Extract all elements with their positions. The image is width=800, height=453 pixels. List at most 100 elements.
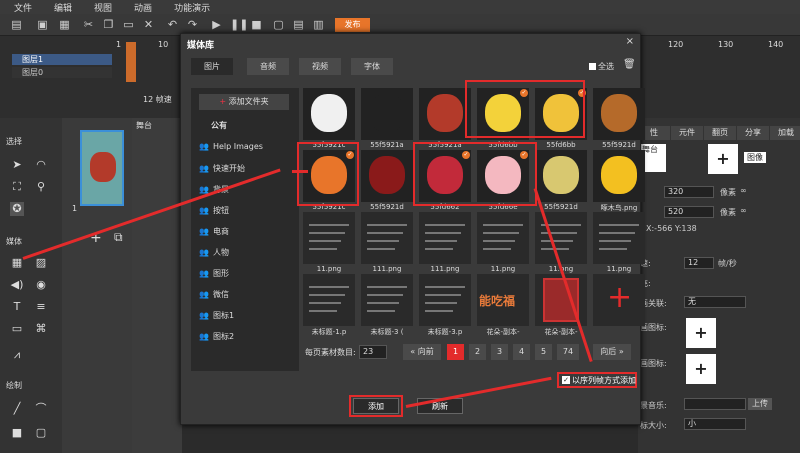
menu-edit[interactable]: 编辑 — [54, 1, 72, 14]
tab-video[interactable]: 视频 — [299, 58, 341, 75]
media-thumbnail[interactable] — [361, 150, 413, 202]
media-thumbnail[interactable] — [419, 274, 471, 326]
publish-button[interactable]: 发布 — [335, 18, 370, 32]
video-icon[interactable]: ◉ — [34, 278, 48, 292]
paste-icon[interactable]: ▭ — [122, 18, 135, 31]
media-thumbnail[interactable] — [303, 274, 355, 326]
chart-icon[interactable]: ⩘ — [10, 348, 24, 362]
folder-item[interactable]: 👥 快速开始 — [199, 163, 245, 174]
tab-symbol[interactable]: 元件 — [671, 126, 703, 140]
media-thumbnail[interactable] — [361, 212, 413, 264]
folder-item[interactable]: 👥 图标1 — [199, 310, 234, 321]
folder-item[interactable]: 👥 电商 — [199, 226, 229, 237]
media-thumbnail[interactable] — [593, 150, 645, 202]
undo-icon[interactable]: ↶ — [166, 18, 179, 31]
media-thumbnail[interactable] — [361, 88, 413, 140]
text-icon[interactable]: T — [10, 300, 24, 314]
media-thumbnail[interactable] — [535, 274, 587, 326]
line-icon[interactable]: ╱ — [10, 402, 24, 416]
link-icon[interactable]: ∞ — [740, 186, 747, 195]
tab-fonts[interactable]: 字体 — [351, 58, 393, 75]
play-icon[interactable]: ▶ — [210, 18, 223, 31]
delete-icon[interactable]: ✕ — [142, 18, 155, 31]
tab-images[interactable]: 图片 — [191, 58, 233, 75]
layer-1[interactable]: 图层1 — [12, 54, 112, 65]
page-1[interactable]: 1 — [447, 344, 464, 360]
seq-checkbox[interactable]: ✓ — [562, 376, 570, 384]
page-5[interactable]: 5 — [535, 344, 552, 360]
link-icon[interactable]: ∞ — [740, 206, 747, 215]
folder-item[interactable]: 👥 Help Images — [199, 142, 263, 151]
image-icon[interactable]: ▨ — [34, 256, 48, 270]
media-thumbnail[interactable] — [361, 274, 413, 326]
tab-audio[interactable]: 音频 — [247, 58, 289, 75]
per-page-select[interactable]: 23 — [359, 345, 387, 359]
preview-icon[interactable]: ▢ — [272, 18, 285, 31]
next-button[interactable]: 向后 » — [593, 344, 631, 360]
add-icon-button[interactable]: + — [686, 318, 716, 348]
select-all-checkbox[interactable] — [589, 63, 596, 70]
page-2[interactable]: 2 — [469, 344, 486, 360]
menu-anim[interactable]: 动画 — [134, 1, 152, 14]
code-icon[interactable]: ⌘ — [34, 322, 48, 336]
media-thumbnail[interactable] — [303, 88, 355, 140]
audio-icon[interactable]: ◀) — [10, 278, 24, 292]
media-thumbnail[interactable] — [419, 212, 471, 264]
page-74[interactable]: 74 — [557, 344, 579, 360]
copy-icon[interactable]: ❐ — [102, 18, 115, 31]
page-3[interactable]: 3 — [491, 344, 508, 360]
media-thumbnail[interactable] — [477, 212, 529, 264]
redo-icon[interactable]: ↷ — [186, 18, 199, 31]
save-icon[interactable]: ▣ — [36, 18, 49, 31]
tab-flip[interactable]: 翻页 — [704, 126, 736, 140]
menu-view[interactable]: 视图 — [94, 1, 112, 14]
folder-item[interactable]: 👥 图形 — [199, 268, 229, 279]
pause-icon[interactable]: ❚❚ — [230, 18, 248, 31]
media-thumbnail[interactable] — [535, 150, 587, 202]
new-file-icon[interactable]: ▤ — [10, 18, 23, 31]
page-4[interactable]: 4 — [513, 344, 530, 360]
width-field[interactable]: 320 — [664, 186, 714, 198]
layer-0[interactable]: 图层0 — [12, 67, 112, 78]
tab-share[interactable]: 分享 — [737, 126, 769, 140]
close-icon[interactable]: × — [626, 36, 634, 47]
pointer-icon[interactable]: ➤ — [10, 158, 24, 172]
export-icon[interactable]: ▤ — [292, 18, 305, 31]
height-field[interactable]: 520 — [664, 206, 714, 218]
add-image-button[interactable]: + — [708, 144, 738, 174]
menu-file[interactable]: 文件 — [14, 1, 32, 14]
media-thumbnail[interactable] — [303, 212, 355, 264]
media-thumbnail[interactable] — [593, 212, 645, 264]
media-thumbnail[interactable]: + — [593, 274, 645, 326]
stop-icon[interactable]: ■ — [250, 18, 263, 31]
link-anim-select[interactable]: 无 — [684, 296, 746, 308]
transform-icon[interactable]: ⛶ — [10, 180, 24, 194]
save-as-icon[interactable]: ▦ — [58, 18, 71, 31]
copy-scene-icon[interactable]: ⧉ — [114, 230, 123, 245]
settings-icon[interactable]: ▥ — [312, 18, 325, 31]
folder-item[interactable]: 👥 按钮 — [199, 205, 229, 216]
rect-icon[interactable]: ■ — [10, 426, 24, 440]
size-select[interactable]: 小 — [684, 418, 746, 430]
lasso-icon[interactable]: ◠ — [34, 158, 48, 172]
add-media-icon[interactable]: + — [607, 280, 632, 315]
list-icon[interactable]: ≡ — [34, 300, 48, 314]
media-library-icon[interactable]: ✪ — [10, 202, 24, 216]
fps-field[interactable]: 12 — [684, 257, 714, 269]
curve-icon[interactable]: ⌒ — [34, 402, 48, 416]
playhead[interactable] — [126, 42, 136, 82]
scene-thumbnail[interactable] — [80, 130, 124, 206]
add-icon-button-2[interactable]: + — [686, 354, 716, 384]
folder-item[interactable]: 👥 图标2 — [199, 331, 234, 342]
round-rect-icon[interactable]: ▢ — [34, 426, 48, 440]
board-icon[interactable]: ▭ — [10, 322, 24, 336]
music-select[interactable] — [684, 398, 746, 410]
zoom-icon[interactable]: ⚲ — [34, 180, 48, 194]
media-thumbnail[interactable] — [419, 88, 471, 140]
folder-item[interactable]: 👥 人物 — [199, 247, 229, 258]
menu-demo[interactable]: 功能演示 — [174, 1, 210, 14]
prev-button[interactable]: « 向前 — [403, 344, 441, 360]
upload-button[interactable]: 上传 — [748, 398, 772, 410]
tab-load[interactable]: 加载 — [770, 126, 800, 140]
media-thumbnail[interactable] — [593, 88, 645, 140]
